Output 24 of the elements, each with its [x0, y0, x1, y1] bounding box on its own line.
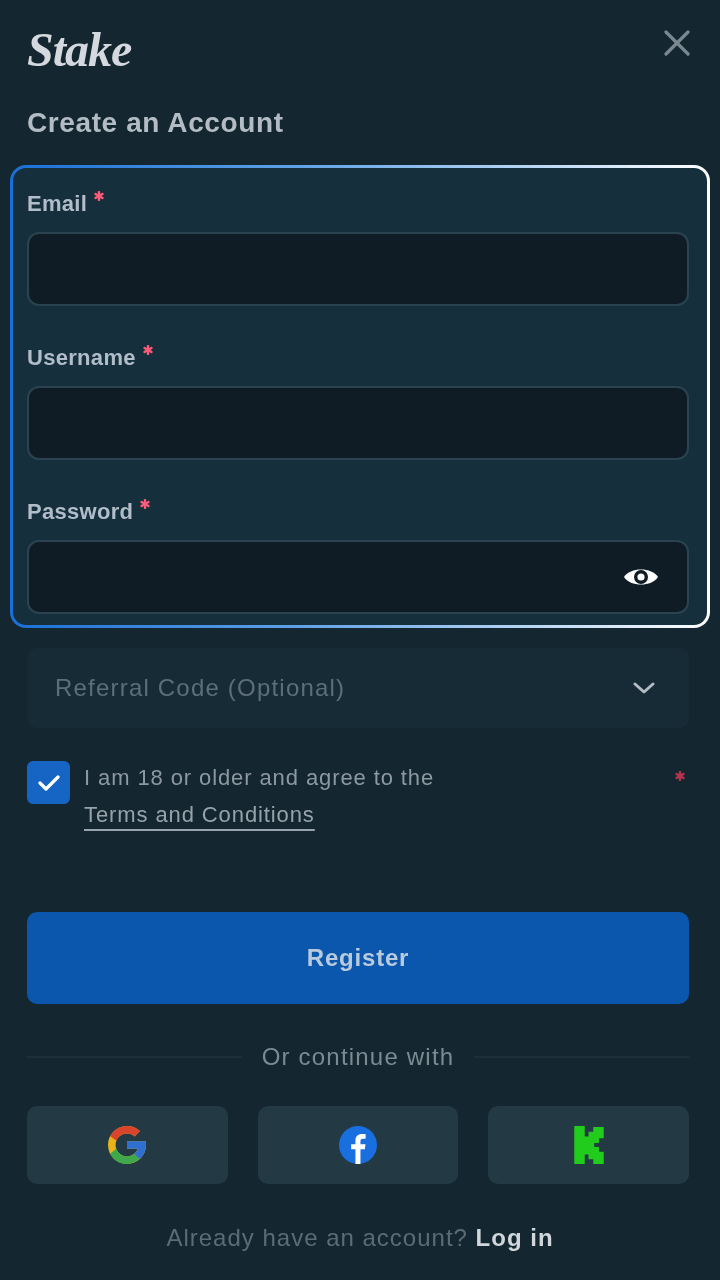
form-title: Create an Account [27, 106, 285, 140]
letter-k-icon [573, 1126, 604, 1164]
field-label: Username [27, 344, 136, 372]
input-field[interactable] [27, 386, 689, 460]
checkmark-icon [37, 773, 60, 792]
social-login-button[interactable] [27, 1106, 228, 1184]
agree-checkbox[interactable] [27, 761, 70, 804]
divider-text: Or continue with [261, 1042, 455, 1072]
password-field[interactable] [27, 540, 689, 614]
field-label: Email [27, 190, 88, 218]
close-button[interactable] [664, 30, 690, 56]
login-link[interactable]: Log in [475, 1224, 554, 1251]
input-field[interactable] [27, 232, 689, 306]
facebook-icon [339, 1126, 377, 1164]
google-icon [108, 1126, 147, 1164]
terms-link[interactable]: Terms and Conditions [84, 802, 315, 827]
social-login-button[interactable] [488, 1106, 689, 1184]
register-button[interactable]: Register [27, 912, 689, 1004]
logo: Stake [27, 25, 132, 75]
close-icon [664, 30, 690, 56]
field-label: Password [27, 498, 134, 526]
social-login-button[interactable] [257, 1106, 459, 1184]
agreement-text: I am 18 or older and agree to the Terms and Conditions [84, 764, 435, 829]
login-prompt: Already have an account? Log in [165, 1223, 555, 1253]
